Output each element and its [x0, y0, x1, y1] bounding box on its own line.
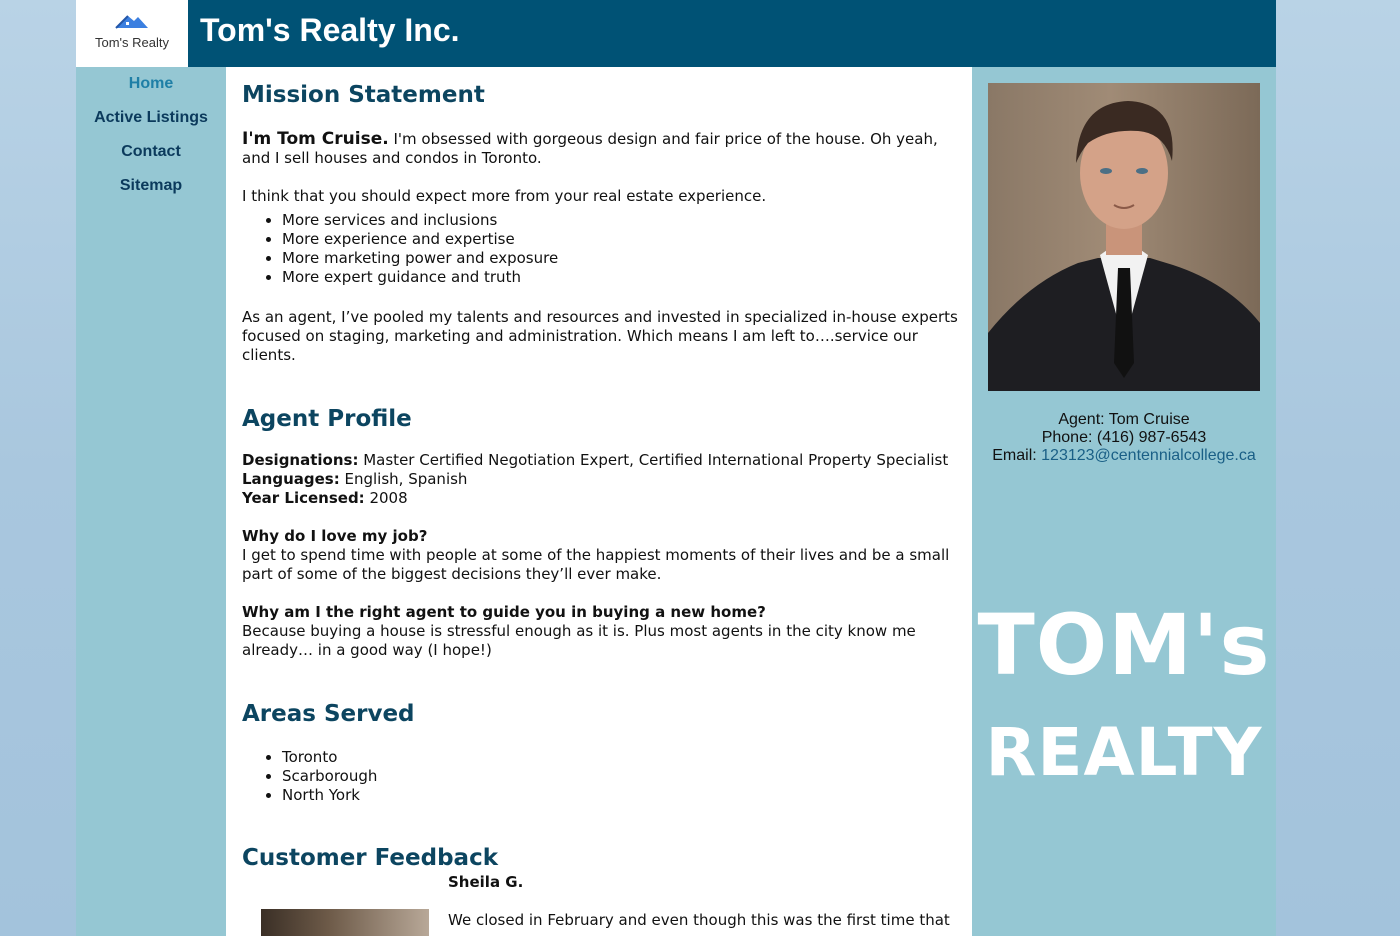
feedback-heading: Customer Feedback: [242, 845, 499, 871]
list-item: More experience and expertise: [282, 230, 960, 249]
designations-label: Designations:: [242, 451, 359, 469]
agent-portrait-image: [988, 101, 1260, 391]
answer-1: I get to spend time with people at some …: [242, 546, 950, 583]
languages-line: Languages: English, Spanish: [242, 470, 960, 489]
languages-value: English, Spanish: [339, 470, 468, 488]
profile-heading: Agent Profile: [242, 406, 412, 432]
feedback-name: Sheila G.: [448, 873, 524, 891]
areas-heading: Areas Served: [242, 701, 415, 727]
customer-photo: [261, 909, 429, 936]
year-label: Year Licensed:: [242, 489, 365, 507]
main-content: Mission Statement I'm Tom Cruise. I'm ob…: [226, 67, 972, 936]
mission-heading: Mission Statement: [242, 82, 485, 108]
answer-2: Because buying a house is stressful enou…: [242, 622, 916, 659]
year-value: 2008: [364, 489, 408, 507]
intro-name: I'm Tom Cruise.: [242, 129, 389, 149]
languages-label: Languages:: [242, 470, 340, 488]
right-sidebar: Agent: Tom Cruise Phone: (416) 987-6543 …: [972, 67, 1276, 936]
list-item: More expert guidance and truth: [282, 268, 960, 287]
email-label: Email:: [992, 447, 1042, 464]
list-item: North York: [282, 786, 960, 805]
agent-email-line: Email: 123123@centennialcollege.ca: [972, 447, 1276, 465]
question-2: Why am I the right agent to guide you in…: [242, 603, 766, 621]
email-link[interactable]: 123123@centennialcollege.ca: [1041, 447, 1256, 464]
year-line: Year Licensed: 2008: [242, 489, 960, 508]
feedback-entry: Sheila G. We closed in February and even…: [448, 873, 958, 930]
logo-text: Tom's Realty: [94, 35, 169, 50]
list-item: Scarborough: [282, 767, 960, 786]
nav-item-active-listings[interactable]: Active Listings: [76, 109, 226, 127]
question-1: Why do I love my job?: [242, 527, 428, 545]
list-item: Toronto: [282, 748, 960, 767]
nav-item-sitemap[interactable]: Sitemap: [76, 177, 226, 195]
agent-contact: Agent: Tom Cruise Phone: (416) 987-6543 …: [972, 411, 1276, 465]
brand-line-2: REALTY: [985, 714, 1263, 791]
mission-closing: As an agent, I’ve pooled my talents and …: [242, 308, 958, 364]
areas-list: Toronto Scarborough North York: [242, 748, 960, 805]
nav-item-home[interactable]: Home: [76, 75, 226, 93]
agent-phone: Phone: (416) 987-6543: [1041, 429, 1207, 446]
nav-item-contact[interactable]: Contact: [76, 143, 226, 161]
site-header: Tom's Realty Tom's Realty Inc.: [76, 0, 1276, 67]
site-title: Tom's Realty Inc.: [200, 12, 460, 48]
page-frame: Tom's Realty Tom's Realty Inc. Home Acti…: [76, 0, 1276, 936]
agent-photo: [988, 83, 1260, 391]
mission-intro: I'm Tom Cruise. I'm obsessed with gorgeo…: [242, 130, 960, 168]
sidebar-nav: Home Active Listings Contact Sitemap: [76, 67, 226, 936]
mission-list: More services and inclusions More experi…: [242, 211, 960, 287]
brand-line-1: TOM's: [977, 596, 1271, 694]
house-logo-icon: [115, 15, 148, 29]
expect-text: I think that you should expect more from…: [242, 187, 767, 205]
list-item: More services and inclusions: [282, 211, 960, 230]
designations-value: Master Certified Negotiation Expert, Cer…: [358, 451, 949, 469]
feedback-text: We closed in February and even though th…: [448, 911, 950, 929]
site-logo[interactable]: Tom's Realty: [76, 0, 188, 67]
agent-name: Agent: Tom Cruise: [1058, 411, 1190, 428]
designations-line: Designations: Master Certified Negotiati…: [242, 451, 960, 470]
list-item: More marketing power and exposure: [282, 249, 960, 268]
